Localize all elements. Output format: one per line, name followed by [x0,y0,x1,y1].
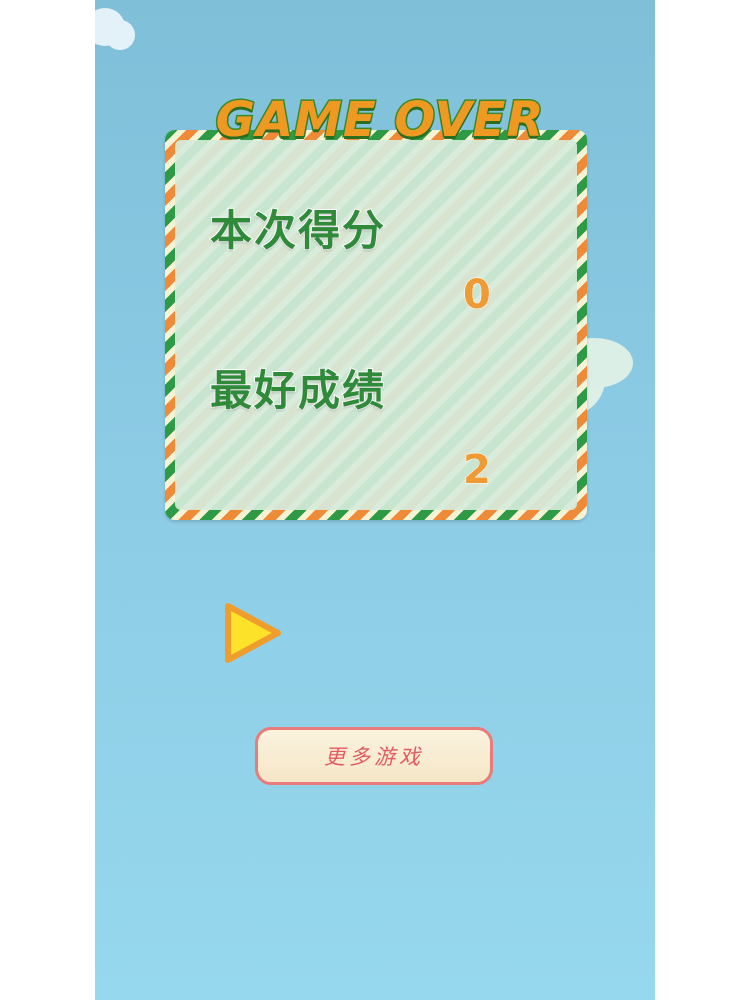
game-over-title: GAME OVER [214,91,545,150]
best-score-label: 最好成绩 [209,365,387,416]
game-screen: 本次得分 0 最好成绩 2 GAME OVER 更多游戏 [95,0,655,1000]
best-score-value: 2 [463,447,492,494]
more-games-button[interactable]: 更多游戏 [255,727,493,785]
play-button[interactable] [220,600,284,666]
score-panel [165,130,587,520]
play-triangle-icon [225,603,281,663]
current-score-label: 本次得分 [209,205,387,256]
score-panel-inner [175,140,577,510]
current-score-value: 0 [463,272,492,319]
background-cloud-top [95,0,145,55]
